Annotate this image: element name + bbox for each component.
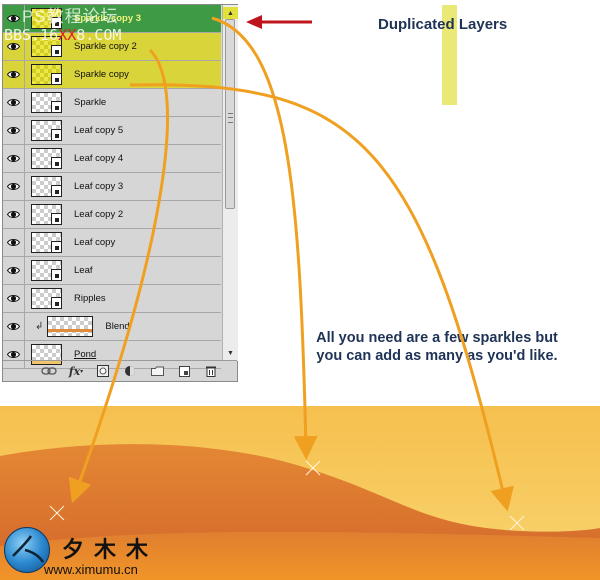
smart-object-icon	[51, 297, 62, 309]
add-mask-icon	[97, 365, 109, 377]
visibility-toggle[interactable]	[3, 61, 25, 88]
watermark-url-part: BBS.16	[4, 26, 59, 44]
adjustment-layer-icon	[125, 366, 135, 376]
fx-button[interactable]: fx ▾	[64, 363, 88, 379]
layer-thumbnail	[31, 288, 62, 309]
scroll-thumb[interactable]	[225, 19, 235, 209]
layer-name: Sparkle	[74, 97, 107, 108]
smart-object-icon	[51, 129, 62, 141]
layer-row[interactable]: Ripples	[3, 285, 221, 313]
watermark-title: PS教程论坛	[22, 7, 119, 26]
layer-row[interactable]: Leaf copy	[3, 229, 221, 257]
logo-chinese-text: 夕木木	[62, 537, 159, 563]
eye-icon	[7, 211, 20, 218]
add-mask-button[interactable]	[91, 363, 115, 379]
smart-object-icon	[51, 213, 62, 225]
layer-name: Leaf copy 2	[74, 209, 124, 220]
layer-name: Ripples	[74, 293, 106, 304]
red-arrow-icon	[246, 15, 312, 29]
layer-name: Leaf copy 5	[74, 125, 124, 136]
annotation-note: All you need are a few sparkles but you …	[316, 330, 558, 364]
eye-icon	[7, 295, 20, 302]
layer-row[interactable]: Sparkle copy	[3, 61, 221, 89]
new-group-icon	[150, 366, 164, 376]
logo-url: www.ximumu.cn	[44, 562, 138, 577]
adjustment-layer-button[interactable]	[118, 363, 142, 379]
smart-object-icon	[51, 269, 62, 281]
layer-thumbnail	[31, 204, 62, 225]
visibility-toggle[interactable]	[3, 89, 25, 116]
layer-name: Leaf	[74, 265, 93, 276]
layer-row[interactable]: Leaf copy 3	[3, 173, 221, 201]
visibility-toggle[interactable]	[3, 285, 25, 312]
visibility-toggle[interactable]	[3, 173, 25, 200]
trash-icon	[206, 366, 216, 377]
layer-row[interactable]: Leaf copy 5	[3, 117, 221, 145]
new-layer-icon	[178, 365, 190, 377]
visibility-toggle[interactable]	[3, 117, 25, 144]
layer-name: Leaf copy	[74, 237, 116, 248]
link-layers-icon	[41, 367, 57, 375]
eye-icon	[7, 99, 20, 106]
visibility-toggle[interactable]	[3, 201, 25, 228]
layer-thumbnail	[31, 232, 62, 253]
grip-icon	[228, 113, 233, 123]
layer-row[interactable]: Leaf copy 4	[3, 145, 221, 173]
eye-icon	[7, 351, 20, 358]
fx-icon: fx	[68, 364, 81, 378]
eye-icon	[7, 267, 20, 274]
smart-object-icon	[51, 241, 62, 253]
watermark-url-part: 8.COM	[76, 26, 122, 44]
eye-icon	[7, 155, 20, 162]
link-layers-button[interactable]	[37, 363, 61, 379]
watermark-url: BBS.16XX8.COM	[4, 26, 121, 44]
smart-object-icon	[51, 45, 62, 57]
smart-object-icon	[51, 185, 62, 197]
layers-scrollbar[interactable]: ▲ ▼	[222, 5, 457, 361]
visibility-toggle[interactable]	[3, 313, 25, 340]
new-layer-button[interactable]	[172, 363, 196, 379]
layer-name: Leaf copy 3	[74, 181, 124, 192]
layers-list: Sparkle copy 3 Sparkle copy 2 Sparkle copy…	[3, 5, 221, 369]
eye-icon	[7, 71, 20, 78]
layer-row[interactable]: Leaf	[3, 257, 221, 285]
layer-thumbnail	[31, 260, 62, 281]
layer-row[interactable]: ↲ Blend	[3, 313, 221, 341]
watermark-url-red: XX	[58, 26, 77, 44]
scroll-down-button[interactable]: ▼	[223, 347, 238, 359]
layer-name: Pond	[74, 349, 97, 360]
visibility-toggle[interactable]	[3, 229, 25, 256]
clipping-mask-icon: ↲	[35, 321, 44, 332]
annotation-title: Duplicated Layers	[378, 16, 508, 33]
scroll-up-button[interactable]: ▲	[223, 7, 238, 19]
eye-icon	[7, 183, 20, 190]
eye-icon	[7, 239, 20, 246]
layer-thumbnail	[31, 176, 62, 197]
smart-object-icon	[51, 101, 62, 113]
smart-object-icon	[51, 157, 62, 169]
layer-thumbnail	[31, 92, 62, 113]
layers-footer: fx ▾	[3, 360, 237, 381]
smart-object-icon	[51, 73, 62, 85]
eye-icon	[7, 127, 20, 134]
visibility-toggle[interactable]	[3, 257, 25, 284]
layer-row[interactable]: Sparkle	[3, 89, 221, 117]
layer-row[interactable]: Leaf copy 2	[3, 201, 221, 229]
eye-icon	[7, 15, 20, 22]
layers-panel: Sparkle copy 3 Sparkle copy 2 Sparkle copy…	[2, 4, 457, 382]
delete-layer-button[interactable]	[199, 363, 223, 379]
layer-thumbnail	[31, 148, 62, 169]
layer-name: Leaf copy 4	[74, 153, 124, 164]
visibility-toggle[interactable]	[3, 145, 25, 172]
layer-thumbnail	[31, 120, 62, 141]
layer-thumbnail	[47, 316, 94, 337]
layer-name: Blend	[105, 321, 130, 332]
layer-name: Sparkle copy	[74, 69, 129, 80]
new-group-button[interactable]	[145, 363, 169, 379]
layer-thumbnail	[31, 64, 62, 85]
eye-icon	[7, 323, 20, 330]
